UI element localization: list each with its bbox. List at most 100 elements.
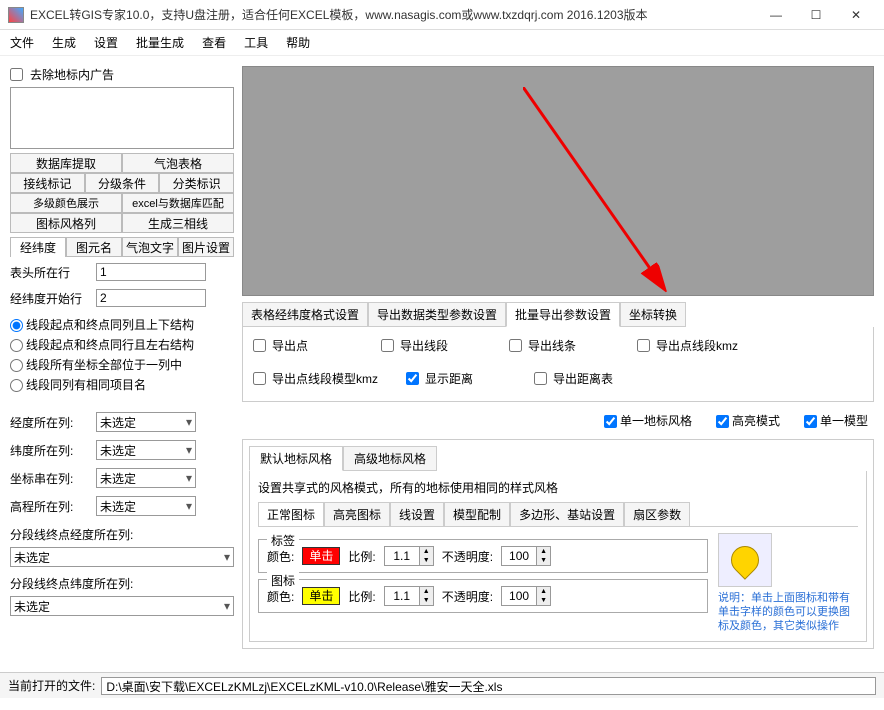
stab-advanced[interactable]: 高级地标风格 bbox=[343, 446, 437, 471]
window-title: EXCEL转GIS专家10.0，支持U盘注册，适合任何EXCEL模板，www.n… bbox=[30, 6, 756, 23]
menu-generate[interactable]: 生成 bbox=[52, 34, 76, 51]
class-mark-button[interactable]: 分类标识 bbox=[159, 173, 234, 193]
seg-lat-select[interactable]: 未选定 bbox=[10, 596, 234, 616]
right-panel: 表格经纬度格式设置 导出数据类型参数设置 批量导出参数设置 坐标转换 导出点 导… bbox=[242, 66, 874, 662]
lat-col-select[interactable]: 未选定 bbox=[96, 440, 196, 460]
radio-horizontal-label: 线段起点和终点同行且左右结构 bbox=[26, 338, 194, 352]
close-button[interactable]: ✕ bbox=[836, 1, 876, 29]
header-row-input[interactable] bbox=[96, 263, 206, 281]
menu-view[interactable]: 查看 bbox=[202, 34, 226, 51]
chk-export-dist-table-label: 导出距离表 bbox=[553, 370, 613, 387]
chk-single-landmark[interactable] bbox=[604, 415, 617, 428]
lng-col-select[interactable]: 未选定 bbox=[96, 412, 196, 432]
chk-export-ptseg-kmz[interactable] bbox=[637, 339, 650, 352]
chk-single-landmark-label: 单一地标风格 bbox=[620, 414, 692, 428]
remove-ad-checkbox[interactable] bbox=[10, 68, 23, 81]
icon-color-swatch[interactable]: 单击 bbox=[302, 587, 340, 605]
icon-ratio-spin[interactable]: ▲▼ bbox=[384, 586, 434, 606]
radio-sameproject[interactable] bbox=[10, 379, 23, 392]
ptab-format[interactable]: 表格经纬度格式设置 bbox=[242, 302, 368, 327]
chk-single-model-label: 单一模型 bbox=[820, 414, 868, 428]
status-label: 当前打开的文件: bbox=[8, 677, 95, 694]
help-text: 说明：单击上面图标和带有单击字样的颜色可以更换图标及颜色，其它类似操作 bbox=[718, 591, 858, 633]
stab-default[interactable]: 默认地标风格 bbox=[249, 446, 343, 471]
bubble-grid-button[interactable]: 气泡表格 bbox=[122, 153, 234, 173]
menu-file[interactable]: 文件 bbox=[10, 34, 34, 51]
param-section: 表格经纬度格式设置 导出数据类型参数设置 批量导出参数设置 坐标转换 导出点 导… bbox=[242, 302, 874, 402]
wire-mark-button[interactable]: 接线标记 bbox=[10, 173, 85, 193]
remove-ad-label: 去除地标内广告 bbox=[30, 66, 114, 83]
chk-export-ptsegmodel-kmz[interactable] bbox=[253, 372, 266, 385]
coord-col-select[interactable]: 未选定 bbox=[96, 468, 196, 488]
tab-bubble-text[interactable]: 气泡文字 bbox=[122, 237, 178, 257]
excel-db-button[interactable]: excel与数据库匹配 bbox=[122, 193, 234, 213]
seg-lng-select[interactable]: 未选定 bbox=[10, 547, 234, 567]
radio-vertical[interactable] bbox=[10, 319, 23, 332]
icon-opac-lbl: 不透明度: bbox=[442, 588, 493, 605]
ptab-export-type[interactable]: 导出数据类型参数设置 bbox=[368, 302, 506, 327]
menu-tools[interactable]: 工具 bbox=[244, 34, 268, 51]
sstab-model-config[interactable]: 模型配制 bbox=[444, 502, 510, 526]
gen-3line-button[interactable]: 生成三相线 bbox=[122, 213, 234, 233]
style-inner: 设置共享式的风格模式，所有的地标使用相同的样式风格 正常图标 高亮图标 线设置 … bbox=[249, 471, 867, 642]
chk-export-segment-label: 导出线段 bbox=[400, 337, 448, 354]
radio-onecolumn-label: 线段所有坐标全部位于一列中 bbox=[26, 358, 182, 372]
menubar: 文件 生成 设置 批量生成 查看 工具 帮助 bbox=[0, 30, 884, 56]
icon-color-lbl: 颜色: bbox=[267, 588, 294, 605]
menu-settings[interactable]: 设置 bbox=[94, 34, 118, 51]
label-ratio-spin[interactable]: ▲▼ bbox=[384, 546, 434, 566]
chk-export-ptseg-kmz-label: 导出点线段kmz bbox=[656, 337, 738, 354]
left-tabs: 经纬度 图元名 气泡文字 图片设置 bbox=[10, 237, 234, 257]
tab-lnglat[interactable]: 经纬度 bbox=[10, 237, 66, 257]
tool-button-grid: 数据库提取 气泡表格 接线标记 分级条件 分类标识 多级颜色展示 excel与数… bbox=[10, 153, 234, 233]
label-opac-spin[interactable]: ▲▼ bbox=[501, 546, 551, 566]
chk-show-distance[interactable] bbox=[406, 372, 419, 385]
menu-help[interactable]: 帮助 bbox=[286, 34, 310, 51]
current-file-path: D:\桌面\安下载\EXCELzKMLzj\EXCELzKML-v10.0\Re… bbox=[101, 677, 876, 695]
chk-export-line-label: 导出线条 bbox=[528, 337, 576, 354]
app-icon bbox=[8, 7, 24, 23]
chk-show-distance-label: 显示距离 bbox=[425, 370, 473, 387]
group-label: 标签 颜色: 单击 比例: ▲▼ 不透明度: ▲▼ bbox=[258, 539, 708, 573]
tab-image-set[interactable]: 图片设置 bbox=[178, 237, 234, 257]
statusbar: 当前打开的文件: D:\桌面\安下载\EXCELzKMLzj\EXCELzKML… bbox=[0, 672, 884, 698]
style-options-row: 单一地标风格 高亮模式 单一模型 bbox=[242, 408, 874, 433]
multi-color-button[interactable]: 多级颜色展示 bbox=[10, 193, 122, 213]
menu-batch[interactable]: 批量生成 bbox=[136, 34, 184, 51]
radio-onecolumn[interactable] bbox=[10, 359, 23, 372]
chk-export-segment[interactable] bbox=[381, 339, 394, 352]
tab-element-name[interactable]: 图元名 bbox=[66, 237, 122, 257]
sstab-line-setting[interactable]: 线设置 bbox=[390, 502, 444, 526]
chk-highlight-mode[interactable] bbox=[716, 415, 729, 428]
radio-sameproject-label: 线段同列有相同项目名 bbox=[26, 378, 146, 392]
elev-col-select[interactable]: 未选定 bbox=[96, 496, 196, 516]
maximize-button[interactable]: ☐ bbox=[796, 1, 836, 29]
sstab-normal-icon[interactable]: 正常图标 bbox=[258, 502, 324, 526]
start-row-input[interactable] bbox=[96, 289, 206, 307]
icon-preview[interactable] bbox=[718, 533, 772, 587]
sstab-polygon-base[interactable]: 多边形、基站设置 bbox=[510, 502, 624, 526]
export-checks: 导出点 导出线段 导出线条 导出点线段kmz 导出点线段模型kmz 显示距离 导… bbox=[253, 337, 863, 387]
minimize-button[interactable]: — bbox=[756, 1, 796, 29]
icon-style-col-button[interactable]: 图标风格列 bbox=[10, 213, 122, 233]
sstab-highlight-icon[interactable]: 高亮图标 bbox=[324, 502, 390, 526]
label-color-lbl: 颜色: bbox=[267, 548, 294, 565]
sstab-sector-param[interactable]: 扇区参数 bbox=[624, 502, 690, 526]
label-opac-lbl: 不透明度: bbox=[442, 548, 493, 565]
chk-single-model[interactable] bbox=[804, 415, 817, 428]
chk-export-ptsegmodel-kmz-label: 导出点线段模型kmz bbox=[272, 370, 378, 387]
db-extract-button[interactable]: 数据库提取 bbox=[10, 153, 122, 173]
radio-horizontal[interactable] bbox=[10, 339, 23, 352]
label-color-swatch[interactable]: 单击 bbox=[302, 547, 340, 565]
style-tabs: 默认地标风格 高级地标风格 bbox=[249, 446, 867, 471]
elev-col-label: 高程所在列: bbox=[10, 498, 90, 515]
main-area: 去除地标内广告 数据库提取 气泡表格 接线标记 分级条件 分类标识 多级颜色展示… bbox=[0, 56, 884, 672]
chk-export-dist-table[interactable] bbox=[534, 372, 547, 385]
group-icon: 图标 颜色: 单击 比例: ▲▼ 不透明度: ▲▼ bbox=[258, 579, 708, 613]
style-desc: 设置共享式的风格模式，所有的地标使用相同的样式风格 bbox=[258, 479, 858, 496]
icon-opac-spin[interactable]: ▲▼ bbox=[501, 586, 551, 606]
chk-export-point[interactable] bbox=[253, 339, 266, 352]
preview-area bbox=[242, 66, 874, 296]
grade-cond-button[interactable]: 分级条件 bbox=[85, 173, 160, 193]
chk-export-line[interactable] bbox=[509, 339, 522, 352]
